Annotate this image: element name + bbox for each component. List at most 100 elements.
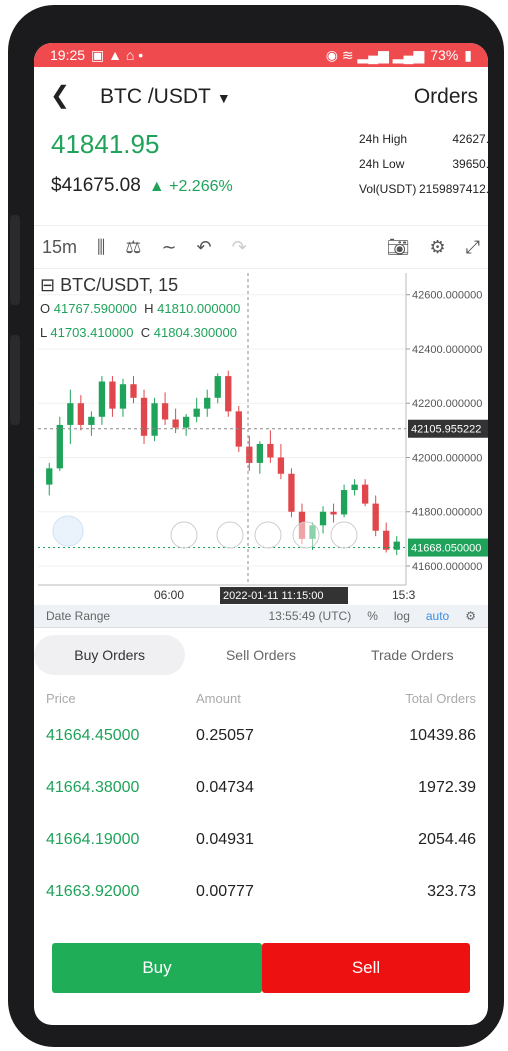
order-amount: 0.04931 — [196, 831, 254, 848]
chart-settings-icon[interactable]: ⚙ — [465, 609, 476, 623]
low-value: 39650.00 — [452, 157, 488, 171]
order-row[interactable]: 41664.38000 0.04734 1972.39 — [34, 762, 488, 814]
candle-body — [330, 511, 337, 515]
candle-body — [46, 468, 53, 485]
candle-body — [119, 384, 127, 409]
candle-body — [182, 416, 190, 428]
volume-value: 2159897412.70 — [419, 182, 488, 196]
order-total: 323.73 — [427, 883, 476, 900]
zoom-control-icon — [254, 521, 282, 549]
candle-body — [193, 408, 200, 417]
order-price: 41664.38000 — [46, 779, 140, 796]
ticker-stats: 24h High 42627.66 24h Low 39650.00 Vol(USD… — [359, 127, 488, 202]
indicators-icon[interactable]: ⚖ — [125, 237, 141, 258]
candle-body — [109, 381, 116, 409]
candle-body — [140, 397, 148, 436]
order-amount: 0.04734 — [196, 779, 254, 796]
candle-type-icon[interactable]: ⫼ — [97, 237, 105, 258]
order-row[interactable]: 41663.92000 0.00777 323.73 — [34, 866, 488, 918]
candle-body — [351, 484, 358, 491]
order-list: 41664.45000 0.25057 10439.86 41664.38000 0.… — [34, 710, 488, 918]
redo-icon[interactable]: ↷ — [232, 237, 247, 258]
app-screen: 19:25 ▣ ▲ ⌂ • ◉ ≋ ▂▄▆ ▂▄▆ 73% ▮ ❮ BTC /U… — [34, 43, 488, 1025]
y-tick-label: 42200.000000 — [412, 398, 482, 410]
notification-icons: ▣ ▲ ⌂ • — [91, 46, 144, 63]
pair-selector[interactable]: BTC /USDT ▼ — [100, 85, 231, 109]
pair-name: BTC /USDT — [100, 85, 211, 108]
zoom-control-icon — [292, 521, 320, 549]
signal-icon: ◉ ≋ ▂▄▆ ▂▄▆ — [325, 46, 425, 63]
status-bar: 19:25 ▣ ▲ ⌂ • ◉ ≋ ▂▄▆ ▂▄▆ 73% ▮ — [34, 43, 488, 67]
buy-button[interactable]: Buy — [52, 943, 262, 993]
percent-toggle[interactable]: % — [367, 609, 378, 623]
high-label: 24h High — [359, 132, 408, 146]
crosshair-price-label: 42105.955222 — [411, 424, 481, 436]
order-total: 2054.46 — [418, 831, 476, 848]
ticker-block: 41841.95 $41675.08 ▲ +2.266% 24h High 4262… — [34, 125, 488, 225]
candle-body — [267, 443, 274, 458]
candle-body — [77, 403, 85, 425]
auto-toggle[interactable]: auto — [426, 609, 449, 623]
trade-actions: Buy Sell — [34, 943, 488, 993]
orders-link[interactable]: Orders — [414, 85, 478, 109]
zoom-control-icon — [170, 521, 198, 549]
x-tick-label: 06:00 — [154, 588, 184, 602]
zoom-control-icon — [216, 521, 244, 549]
order-total: 10439.86 — [409, 727, 476, 744]
candle-body — [88, 416, 95, 425]
candle-body — [98, 381, 106, 417]
tab-buy-orders[interactable]: Buy Orders — [34, 635, 186, 675]
candlestick-chart[interactable]: 42600.000000 42400.000000 42200.000000 4200… — [34, 269, 488, 605]
candle-body — [319, 511, 327, 526]
date-range-button[interactable]: Date Range — [46, 609, 110, 623]
candle-body — [172, 419, 179, 428]
candle-body — [225, 376, 232, 412]
fullscreen-icon[interactable]: ⤢ — [466, 237, 480, 258]
y-tick-label: 42000.000000 — [412, 452, 482, 464]
price-column-header: Price — [46, 690, 76, 706]
order-row[interactable]: 41664.45000 0.25057 10439.86 — [34, 710, 488, 762]
caret-down-icon: ▼ — [216, 90, 231, 106]
interval-button[interactable]: 15m — [42, 237, 77, 258]
price-chart[interactable]: 42600.000000 42400.000000 42200.000000 4200… — [34, 269, 488, 628]
side-button — [10, 335, 20, 425]
order-table-header: Price Amount Total Orders — [34, 686, 488, 710]
candle-body — [383, 530, 390, 550]
candle-body — [161, 403, 169, 420]
amount-column-header: Amount — [196, 690, 241, 706]
high-value: 42627.66 — [452, 132, 488, 146]
candle-body — [151, 403, 158, 436]
zoom-control-icon — [330, 521, 358, 549]
candle-body — [288, 473, 295, 512]
candle-body — [372, 503, 379, 531]
order-amount: 0.25057 — [196, 727, 254, 744]
status-time: 19:25 — [50, 47, 86, 63]
crosshair-time-label: 2022-01-11 11:15:00 — [223, 590, 324, 602]
candle-body — [204, 397, 211, 409]
log-toggle[interactable]: log — [394, 609, 410, 623]
header: ❮ BTC /USDT ▼ Orders — [34, 67, 488, 125]
order-price: 41663.92000 — [46, 883, 140, 900]
candle-body — [56, 424, 63, 469]
tab-sell-orders[interactable]: Sell Orders — [185, 635, 336, 675]
sell-button[interactable]: Sell — [261, 943, 470, 993]
battery-text: 73% — [430, 47, 459, 63]
last-price: 41841.95 — [51, 129, 160, 159]
candle-body — [361, 484, 369, 504]
candle-body — [340, 490, 348, 515]
utc-time: 13:55:49 (UTC) — [268, 609, 352, 623]
back-arrow-icon[interactable]: ❮ — [50, 81, 70, 110]
order-price: 41664.45000 — [46, 727, 140, 744]
order-row[interactable]: 41664.19000 0.04931 2054.46 — [34, 814, 488, 866]
x-tick-label: 15:3 — [392, 588, 416, 602]
tab-trade-orders[interactable]: Trade Orders — [337, 635, 488, 675]
camera-icon[interactable]: 📷︎ — [387, 237, 410, 258]
undo-icon[interactable]: ↶ — [197, 237, 212, 258]
draw-line-icon[interactable]: ∼ — [161, 237, 176, 258]
order-tabs: Buy Orders Sell Orders Trade Orders — [34, 634, 488, 676]
settings-gear-icon[interactable]: ⚙ — [429, 237, 445, 258]
y-tick-label: 42400.000000 — [412, 344, 482, 356]
chart-footer: Date Range 13:55:49 (UTC) % log auto ⚙ — [34, 605, 488, 627]
order-total: 1972.39 — [418, 779, 476, 796]
change-percent: ▲ +2.266% — [148, 178, 233, 195]
